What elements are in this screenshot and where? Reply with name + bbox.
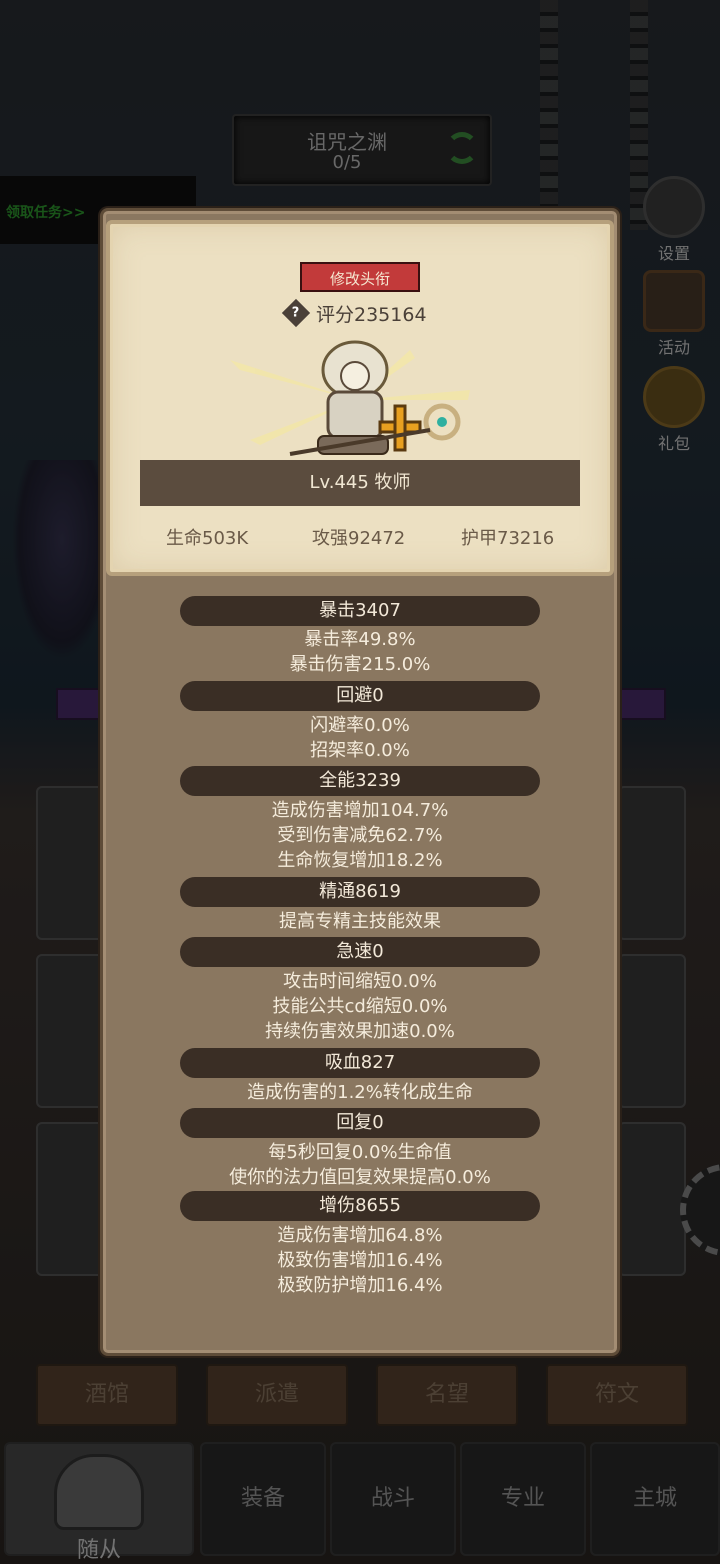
- attribute-line: 每5秒回复0.0%生命值: [268, 1142, 452, 1163]
- attribute-line: 造成伤害增加104.7%: [271, 800, 449, 821]
- section-header-lifesteal: 吸血827: [180, 1048, 540, 1078]
- attribute-line: 招架率0.0%: [310, 740, 410, 761]
- attribute-line: 生命恢复增加18.2%: [277, 850, 443, 871]
- attribute-line: 造成伤害的1.2%转化成生命: [247, 1082, 473, 1103]
- attribute-line: 持续伤害效果加速0.0%: [265, 1021, 455, 1042]
- hero-score: 评分235164: [316, 303, 427, 326]
- attribute-line: 受到伤害减免62.7%: [277, 825, 443, 846]
- section-header-crit: 暴击3407: [180, 596, 540, 626]
- attribute-line: 提高专精主技能效果: [279, 911, 441, 932]
- hero-armor: 护甲73216: [461, 528, 555, 549]
- attribute-line: 暴击伤害215.0%: [289, 654, 431, 675]
- help-icon[interactable]: ?: [281, 298, 311, 328]
- attribute-line: 暴击率49.8%: [304, 629, 416, 650]
- score-row: ? 评分235164: [281, 298, 427, 328]
- rename-title-button[interactable]: 修改头衔: [300, 262, 420, 292]
- hero-life: 生命503K: [166, 528, 249, 549]
- section-header-versatility: 全能3239: [180, 766, 540, 796]
- attribute-line: 造成伤害增加64.8%: [277, 1225, 443, 1246]
- attribute-line: 极致伤害增加16.4%: [277, 1250, 443, 1271]
- attribute-line: 极致防护增加16.4%: [277, 1275, 443, 1296]
- section-header-damage-bonus: 增伤8655: [180, 1191, 540, 1221]
- section-header-mastery: 精通8619: [180, 877, 540, 907]
- section-header-regen: 回复0: [180, 1108, 540, 1138]
- hero-attack-power: 攻强92472: [312, 528, 406, 549]
- attribute-line: 攻击时间缩短0.0%: [283, 971, 437, 992]
- attribute-list[interactable]: 暴击3407 暴击率49.8% 暴击伤害215.0% 回避0 闪避率0.0% 招…: [112, 586, 608, 1340]
- section-header-evasion: 回避0: [180, 681, 540, 711]
- attribute-line: 技能公共cd缩短0.0%: [272, 996, 448, 1017]
- hero-level-class: Lv.445 牧师: [140, 460, 580, 506]
- section-header-haste: 急速0: [180, 937, 540, 967]
- priest-hero-portrait: [230, 340, 470, 456]
- attribute-line: 使你的法力值回复效果提高0.0%: [229, 1167, 491, 1188]
- attribute-line: 闪避率0.0%: [310, 715, 410, 736]
